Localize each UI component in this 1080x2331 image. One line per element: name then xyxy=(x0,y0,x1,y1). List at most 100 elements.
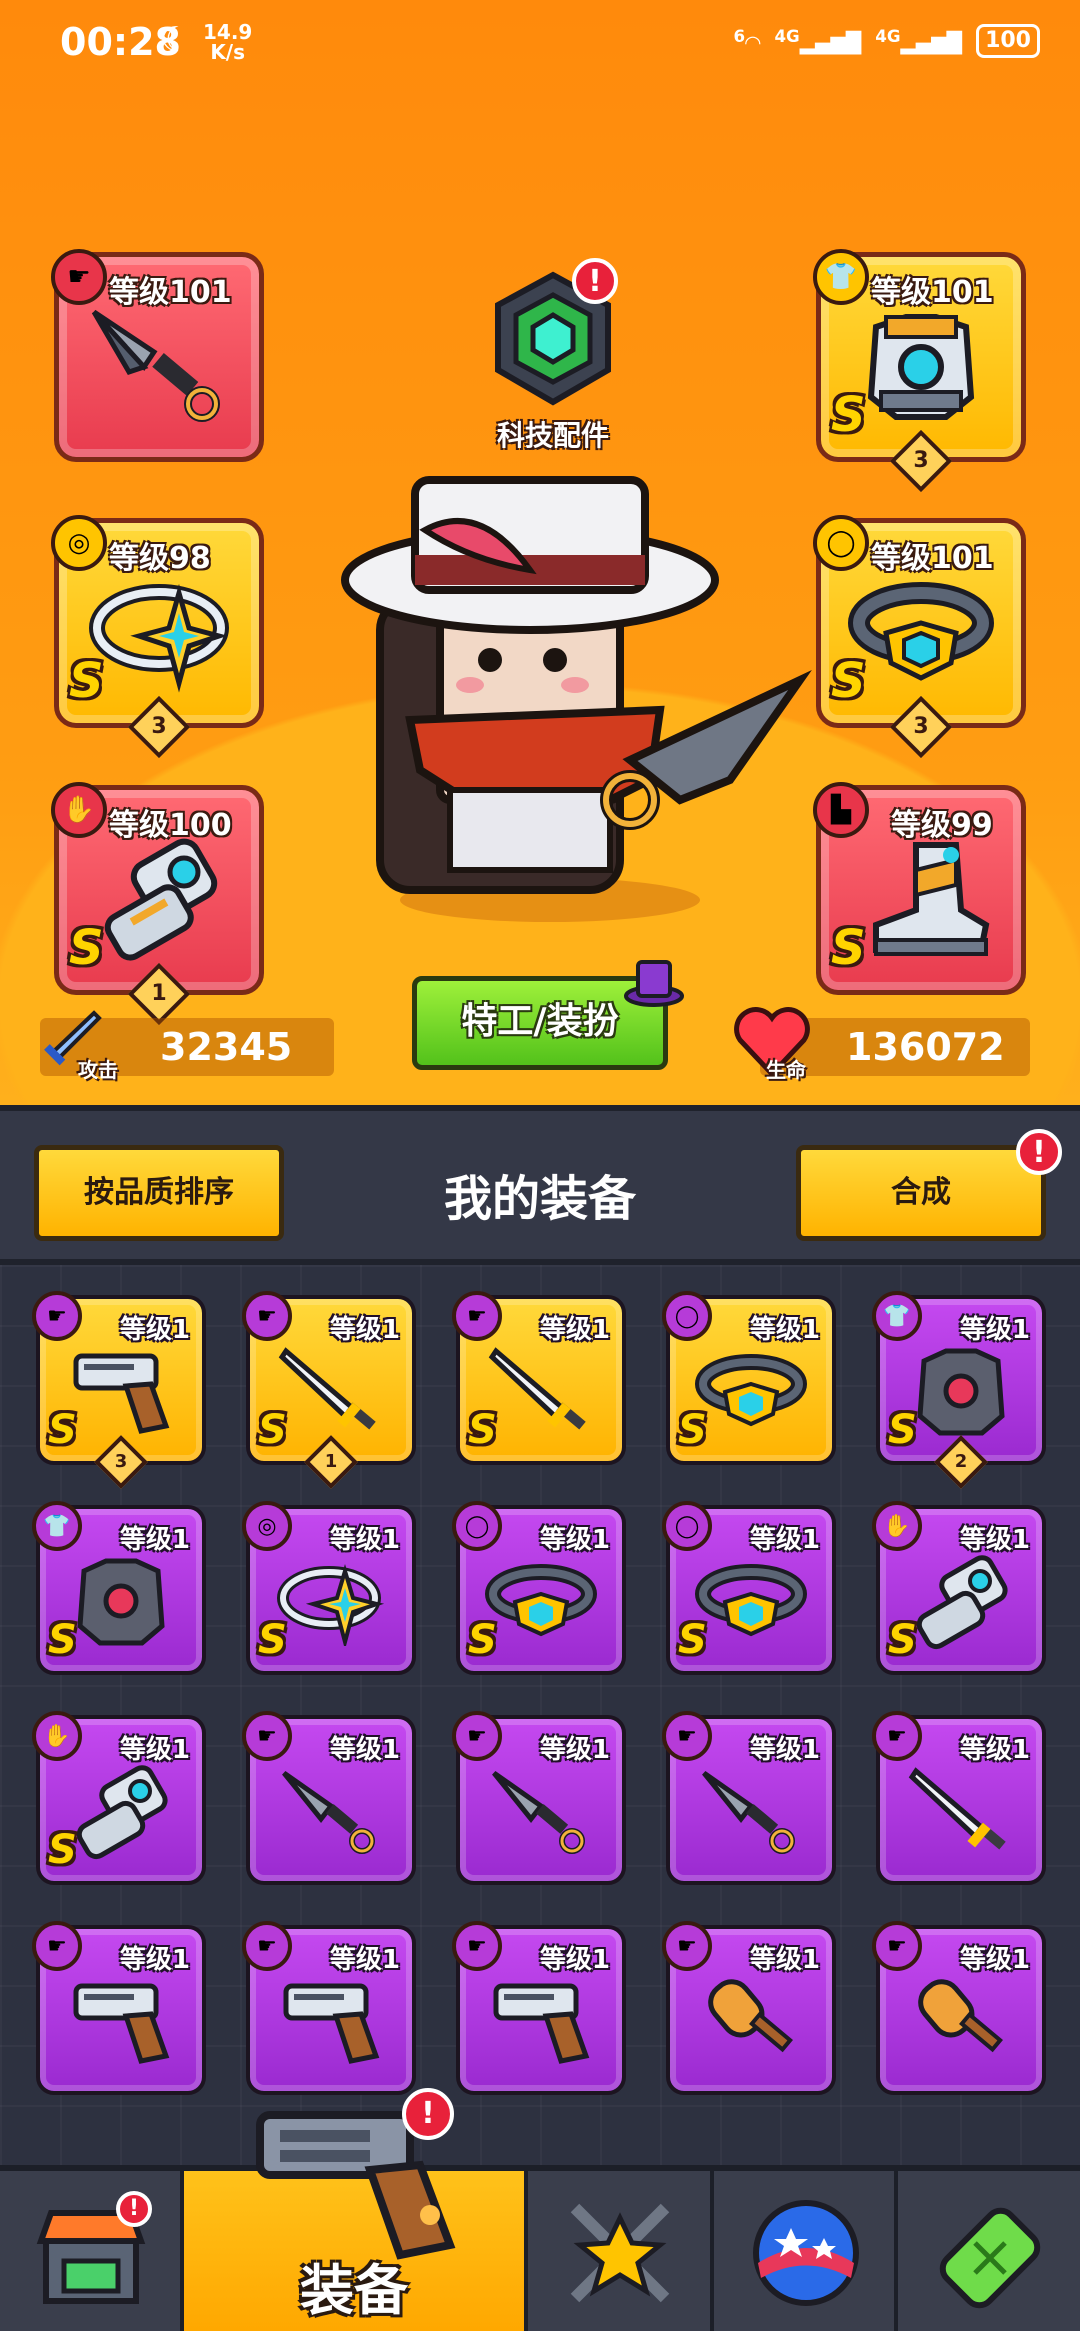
inventory-grid: ☛ 等级1 S 3 ☛ 等级1 S 1 ☛ 等级1 S ◯ 等级1 S 👕 等级1 S 2 👕 等级1 S ◎ 等级1 S ◯ 等… xyxy=(0,1265,1080,2165)
equip-slot-ring[interactable]: ◎ 等级98 S 3 xyxy=(51,515,264,759)
battery-icon: 100 xyxy=(976,24,1040,58)
item-category-icon: ✋ xyxy=(32,1711,82,1761)
glove-icon xyxy=(66,1761,176,1865)
grade-label: S xyxy=(831,920,866,976)
inventory-item[interactable]: ☛ 等级1 xyxy=(452,1711,626,1885)
inventory-item[interactable]: ☛ 等级1 xyxy=(242,1921,416,2095)
equip-slot-boots[interactable]: ▙ 等级99 S xyxy=(813,782,1026,995)
gun-icon xyxy=(66,1346,176,1440)
planet-icon xyxy=(753,2200,859,2306)
inventory-item[interactable]: ◯ 等级1 S xyxy=(452,1501,626,1675)
kunai-icon xyxy=(91,309,220,422)
equip-slot-armor[interactable]: 👕 等级101 S 3 xyxy=(813,249,1026,493)
tab-shop[interactable]: ! xyxy=(0,2171,184,2331)
item-category-icon: ◯ xyxy=(662,1291,712,1341)
item-category-icon: ◯ xyxy=(452,1501,502,1551)
crossed-swords-star-icon xyxy=(570,2203,670,2303)
item-grade: S xyxy=(888,1407,917,1453)
star-count: 3 xyxy=(127,695,191,759)
armor-icon xyxy=(906,1341,1016,1445)
item-level: 等级1 xyxy=(119,1315,190,1345)
item-level: 等级1 xyxy=(329,1525,400,1555)
equip-slot-weapon[interactable]: ☛ 等级101 xyxy=(51,249,264,462)
inventory-item[interactable]: ◯ 等级1 S xyxy=(662,1291,836,1465)
inventory-item[interactable]: ☛ 等级1 S xyxy=(452,1291,626,1465)
item-category-icon: ☛ xyxy=(452,1291,502,1341)
equip-slot-belt[interactable]: ◯ 等级101 S 3 xyxy=(813,515,1026,759)
belt-icon xyxy=(691,1556,811,1650)
gun-icon xyxy=(276,1976,386,2070)
inventory-item[interactable]: ☛ 等级1 xyxy=(872,1921,1046,2095)
top-hat-icon xyxy=(624,960,684,1007)
inventory-item[interactable]: ◯ 等级1 S xyxy=(662,1501,836,1675)
dna-capsule-icon xyxy=(939,2207,1041,2309)
merge-button[interactable]: 合成 xyxy=(796,1145,1046,1241)
item-category-icon: ☛ xyxy=(242,1711,292,1761)
tech-alert-badge: ! xyxy=(572,258,618,304)
inventory-item[interactable]: ☛ 等级1 xyxy=(32,1921,206,2095)
item-category-icon: 👕 xyxy=(872,1291,922,1341)
item-category-icon: ☛ xyxy=(32,1921,82,1971)
item-category-icon: ☛ xyxy=(32,1291,82,1341)
item-category-icon: 👕 xyxy=(32,1501,82,1551)
item-grade: S xyxy=(48,1827,77,1873)
inventory-item[interactable]: ✋ 等级1 S xyxy=(872,1501,1046,1675)
item-star-count: 3 xyxy=(94,1435,148,1489)
ring-category-icon: ◎ xyxy=(51,515,107,571)
inventory-item[interactable]: ☛ 等级1 xyxy=(662,1921,836,2095)
kunai-icon xyxy=(696,1761,806,1865)
signal-icon: 4G▂▄▆█ xyxy=(774,27,862,55)
inventory-header: 按品质排序 我的装备 合成 ! xyxy=(0,1105,1080,1265)
character-avatar xyxy=(341,476,812,922)
glove-icon xyxy=(104,838,218,961)
item-grade: S xyxy=(48,1617,77,1663)
star-count: 1 xyxy=(127,962,191,1026)
status-icons: 6◠ 4G▂▄▆█ 4G▂▄▆█ 100 xyxy=(733,24,1040,58)
item-category-icon: ◎ xyxy=(242,1501,292,1551)
bottom-nav: ! 装备 xyxy=(0,2165,1080,2331)
grade-label: S xyxy=(831,387,866,443)
hero-area: 00:28 ☾ 14.9 K/s 6◠ 4G▂▄▆█ 4G▂▄▆█ 100 ☛ 等… xyxy=(0,0,1080,1105)
item-level: 等级1 xyxy=(539,1525,610,1555)
inventory-item[interactable]: ☛ 等级1 xyxy=(452,1921,626,2095)
inventory-item[interactable]: 👕 等级1 S xyxy=(32,1501,206,1675)
signal-icon-2: 4G▂▄▆█ xyxy=(875,27,963,55)
belt-icon xyxy=(691,1346,811,1440)
glove-icon xyxy=(906,1551,1016,1655)
sword-icon xyxy=(276,1341,386,1445)
armor-icon xyxy=(66,1551,176,1655)
inventory-item[interactable]: ✋ 等级1 S xyxy=(32,1711,206,1885)
inventory-item[interactable]: ☛ 等级1 xyxy=(242,1711,416,1885)
wifi-icon: 6◠ xyxy=(733,27,761,55)
ring-icon xyxy=(271,1556,391,1650)
item-category-icon: ☛ xyxy=(452,1711,502,1761)
grade-label: S xyxy=(831,653,866,709)
tab-battle[interactable] xyxy=(528,2171,714,2331)
item-grade: S xyxy=(468,1617,497,1663)
club-icon xyxy=(906,1971,1016,2075)
inventory-item[interactable]: ☛ 等级1 xyxy=(872,1711,1046,1885)
tab-planet[interactable] xyxy=(714,2171,898,2331)
grade-label: S xyxy=(69,920,104,976)
item-grade: S xyxy=(678,1407,707,1453)
inventory-item[interactable]: ☛ 等级1 S 1 xyxy=(242,1291,416,1489)
item-level: 等级1 xyxy=(119,1945,190,1975)
inventory-item[interactable]: ◎ 等级1 S xyxy=(242,1501,416,1675)
status-bar: 00:28 ☾ 14.9 K/s 6◠ 4G▂▄▆█ 4G▂▄▆█ 100 xyxy=(0,0,1080,90)
inventory-item[interactable]: 👕 等级1 S 2 xyxy=(872,1291,1046,1489)
inventory-item[interactable]: ☛ 等级1 S 3 xyxy=(32,1291,206,1489)
item-category-icon: ☛ xyxy=(872,1921,922,1971)
equip-slot-glove[interactable]: ✋ 等级100 S 1 xyxy=(51,782,264,1026)
item-grade: S xyxy=(258,1617,287,1663)
item-category-icon: ✋ xyxy=(872,1501,922,1551)
hp-label: 生命 xyxy=(766,1058,806,1082)
item-level: 等级1 xyxy=(749,1315,820,1345)
inventory-item[interactable]: ☛ 等级1 xyxy=(662,1711,836,1885)
item-level: 等级1 xyxy=(749,1525,820,1555)
belt-icon xyxy=(481,1556,601,1650)
tab-gene[interactable] xyxy=(898,2171,1080,2331)
club-icon xyxy=(696,1971,806,2075)
item-category-icon: ☛ xyxy=(872,1711,922,1761)
item-grade: S xyxy=(48,1407,77,1453)
item-category-icon: ☛ xyxy=(662,1711,712,1761)
